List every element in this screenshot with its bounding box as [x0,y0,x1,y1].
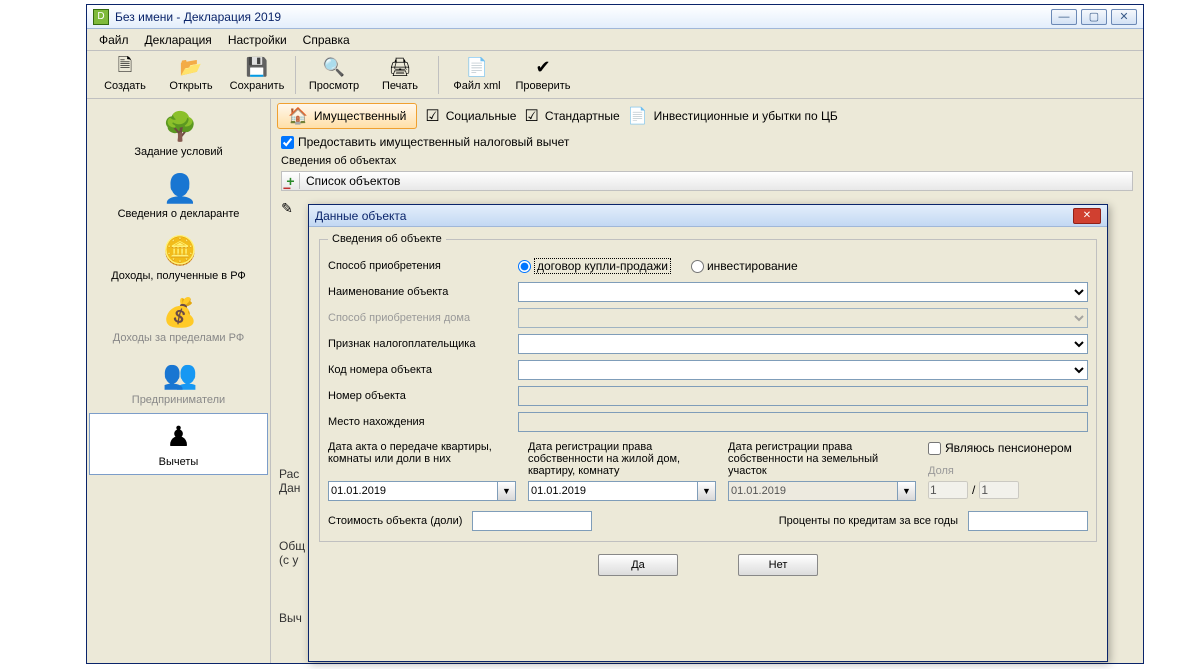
pensioner-checkbox[interactable] [928,442,941,455]
share-numerator [928,481,968,499]
dialog-close-button[interactable]: ✕ [1073,208,1101,224]
open-button[interactable]: 📂Открыть [159,53,223,97]
provide-deduction-label: Предоставить имущественный налоговый выч… [298,135,569,149]
number-code-label: Код номера объекта [328,364,518,376]
check-square-icon: ☑ [524,106,538,126]
close-button[interactable]: ✕ [1111,9,1137,25]
open-icon: 📂 [181,58,201,78]
object-number-label: Номер объекта [328,390,518,402]
xml-icon: 📄 [467,58,487,78]
chess-icon: ♟ [163,420,195,452]
save-icon: 💾 [247,58,267,78]
coins-icon: 🪙 [163,234,195,266]
date3-dropdown[interactable]: ▼ [898,481,916,501]
provide-deduction-checkbox[interactable] [281,136,294,149]
window-title: Без имени - Декларация 2019 [115,10,1051,24]
app-icon: D [93,9,109,25]
bag-icon: 💰 [163,296,195,328]
tree-icon: 🌳 [163,110,195,142]
cost-input[interactable] [472,511,592,531]
objects-section-label: Сведения об объектах [273,153,1141,169]
sidebar: 🌳Задание условий 👤Сведения о декларанте … [87,99,271,663]
person-icon: 👤 [163,172,195,204]
ok-button[interactable]: Да [598,554,678,576]
date2-input[interactable] [528,481,698,501]
menu-file[interactable]: Файл [93,31,135,49]
location-input [518,412,1088,432]
check-button[interactable]: ✔Проверить [511,53,575,97]
number-code-select[interactable] [518,360,1088,380]
date1-label: Дата акта о передаче квартиры, комнаты и… [328,441,516,481]
remove-object-button[interactable]: − [279,181,295,197]
date2-dropdown[interactable]: ▼ [698,481,716,501]
preview-icon: 🔍 [324,58,344,78]
menu-settings[interactable]: Настройки [222,31,293,49]
fieldset-legend: Сведения об объекте [328,233,446,245]
taxpayer-sign-label: Признак налогоплательщика [328,338,518,350]
object-number-input [518,386,1088,406]
dialog-titlebar: Данные объекта ✕ [309,205,1107,227]
sidebar-deductions[interactable]: ♟Вычеты [89,413,268,475]
maximize-button[interactable]: ▢ [1081,9,1107,25]
location-label: Место нахождения [328,416,518,428]
cost-label: Стоимость объекта (доли) [328,515,462,527]
date1-dropdown[interactable]: ▼ [498,481,516,501]
minimize-button[interactable]: — [1051,9,1077,25]
tab-standard[interactable]: ☑Стандартные [524,106,619,126]
menu-declaration[interactable]: Декларация [139,31,218,49]
sidebar-income-rf[interactable]: 🪙Доходы, полученные в РФ [89,227,268,289]
create-button[interactable]: 🗎Создать [93,53,157,97]
pensioner-checkbox-label[interactable]: Являюсь пенсионером [928,441,1088,455]
date1-input[interactable] [328,481,498,501]
doc-icon: 📄 [628,106,648,126]
object-name-select[interactable] [518,282,1088,302]
dialog-title: Данные объекта [315,209,406,223]
tab-investment[interactable]: 📄Инвестиционные и убытки по ЦБ [628,106,838,126]
taxpayer-sign-select[interactable] [518,334,1088,354]
interest-input[interactable] [968,511,1088,531]
object-data-dialog: Данные объекта ✕ Сведения об объекте Спо… [308,204,1108,662]
print-icon: 🖨 [390,58,410,78]
toolbar: 🗎Создать 📂Открыть 💾Сохранить 🔍Просмотр 🖨… [87,51,1143,99]
objects-list-header: + Список объектов [281,171,1133,191]
save-button[interactable]: 💾Сохранить [225,53,289,97]
print-button[interactable]: 🖨Печать [368,53,432,97]
list-header-text: Список объектов [300,174,406,188]
briefcase-icon: 👥 [163,358,195,390]
share-label: Доля [928,465,1088,477]
check-icon: ✔ [533,58,553,78]
date2-label: Дата регистрации права собственности на … [528,441,716,481]
truncated-labels: РасДан Общ(с у Выч [279,467,305,669]
tab-social[interactable]: ☑Социальные [425,106,516,126]
cancel-button[interactable]: Нет [738,554,818,576]
new-icon: 🗎 [115,58,135,78]
menu-help[interactable]: Справка [297,31,356,49]
object-name-label: Наименование объекта [328,286,518,298]
acq-method-label: Способ приобретения [328,260,518,272]
share-denominator [979,481,1019,499]
edit-object-button[interactable]: ✎ [279,201,295,217]
titlebar: D Без имени - Декларация 2019 — ▢ ✕ [87,5,1143,29]
date3-input [728,481,898,501]
house-method-select [518,308,1088,328]
sidebar-conditions[interactable]: 🌳Задание условий [89,103,268,165]
house-icon: 🏠 [288,106,308,126]
object-fieldset: Сведения об объекте Способ приобретения … [319,233,1097,542]
date3-label: Дата регистрации права собственности на … [728,441,916,481]
preview-button[interactable]: 🔍Просмотр [302,53,366,97]
tab-property[interactable]: 🏠Имущественный [277,103,417,129]
sidebar-declarant[interactable]: 👤Сведения о декларанте [89,165,268,227]
menubar: Файл Декларация Настройки Справка [87,29,1143,51]
xml-button[interactable]: 📄Файл xml [445,53,509,97]
radio-invest[interactable]: инвестирование [691,259,798,273]
interest-label: Проценты по кредитам за все годы [779,515,958,527]
check-square-icon: ☑ [425,106,439,126]
sidebar-entrepreneur: 👥Предприниматели [89,351,268,413]
radio-purchase[interactable]: договор купли-продажи [518,258,671,274]
sidebar-income-abroad: 💰Доходы за пределами РФ [89,289,268,351]
house-method-label: Способ приобретения дома [328,312,518,324]
